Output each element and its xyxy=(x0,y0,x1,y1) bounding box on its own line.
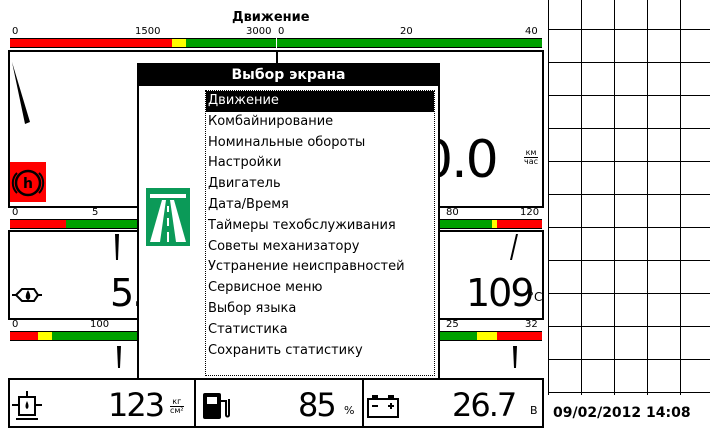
rpm-tick-1500: 1500 xyxy=(135,26,161,37)
svg-text:h: h xyxy=(23,176,33,192)
menu-item-service-timers[interactable]: Таймеры техобслуживания xyxy=(206,216,434,237)
hydraulic-needle xyxy=(117,346,121,368)
rpm-tick-3000: 3000 xyxy=(246,26,272,37)
menu-item-service-menu[interactable]: Сервисное меню xyxy=(206,278,434,299)
rpm-needle xyxy=(12,62,30,124)
menu-item-settings[interactable]: Настройки xyxy=(206,153,434,174)
battery-icon xyxy=(367,395,399,418)
speed-unit: км час xyxy=(524,148,539,166)
menu-item-engine[interactable]: Двигатель xyxy=(206,174,434,195)
rpm-scale-bar xyxy=(10,38,276,48)
temp-tick-80: 80 xyxy=(446,207,459,218)
battery-value: 26.7 xyxy=(452,386,517,424)
speed-tick-20: 20 xyxy=(400,26,413,37)
speed-tick-40: 40 xyxy=(525,26,538,37)
fuel-unit: % xyxy=(344,404,355,417)
menu-item-nominal-rpm[interactable]: Номинальные обороты xyxy=(206,133,434,154)
menu-item-kombainirovanie[interactable]: Комбайнирование xyxy=(206,112,434,133)
right-grid xyxy=(548,0,710,395)
oil-tick-0: 0 xyxy=(12,207,19,218)
dialog-title: Выбор экрана xyxy=(139,65,438,86)
hydraulic-unit: кг см² xyxy=(170,397,184,415)
battery-needle xyxy=(513,346,517,368)
hydraulic-tank-icon xyxy=(12,391,42,420)
rpm-tick-0: 0 xyxy=(12,26,19,37)
battery-tick-25: 25 xyxy=(446,319,459,330)
menu-item-operator-tips[interactable]: Советы механизатору xyxy=(206,237,434,258)
oil-pressure-icon xyxy=(12,288,42,302)
screen-select-dialog: Выбор экрана Движение Комбайнирование Но… xyxy=(137,63,440,380)
menu-item-dvizhenie[interactable]: Движение xyxy=(206,91,434,112)
menu-item-statistics[interactable]: Статистика xyxy=(206,320,434,341)
speed-scale-bar xyxy=(277,38,542,48)
road-icon xyxy=(146,188,190,246)
menu-item-save-statistics[interactable]: Сохранить статистику xyxy=(206,341,434,362)
coolant-temp-unit: °C xyxy=(528,290,543,304)
menu-item-language[interactable]: Выбор языка xyxy=(206,299,434,320)
screen-title: Движение xyxy=(232,10,310,25)
datetime: 09/02/2012 14:08 xyxy=(553,405,691,421)
parking-brake-warning-icon: h xyxy=(10,162,46,202)
oil-pressure-needle xyxy=(115,234,119,260)
fuel-pump-icon xyxy=(203,393,230,419)
coolant-temp-needle xyxy=(510,234,518,260)
oil-tick-5: 5 xyxy=(92,207,99,218)
battery-tick-32: 32 xyxy=(525,319,538,330)
hydraulic-tick-0: 0 xyxy=(12,319,19,330)
temp-tick-120: 120 xyxy=(520,207,540,218)
fuel-value: 85 xyxy=(298,386,337,424)
hydraulic-value: 123 xyxy=(108,386,165,424)
screen-menu: Движение Комбайнирование Номинальные обо… xyxy=(205,90,435,376)
menu-item-date-time[interactable]: Дата/Время xyxy=(206,195,434,216)
coolant-temp-value: 109 xyxy=(466,271,535,315)
speed-tick-0: 0 xyxy=(278,26,285,37)
battery-unit: В xyxy=(530,404,538,417)
menu-item-troubleshooting[interactable]: Устранение неисправностей xyxy=(206,257,434,278)
hydraulic-tick-100: 100 xyxy=(90,319,110,330)
